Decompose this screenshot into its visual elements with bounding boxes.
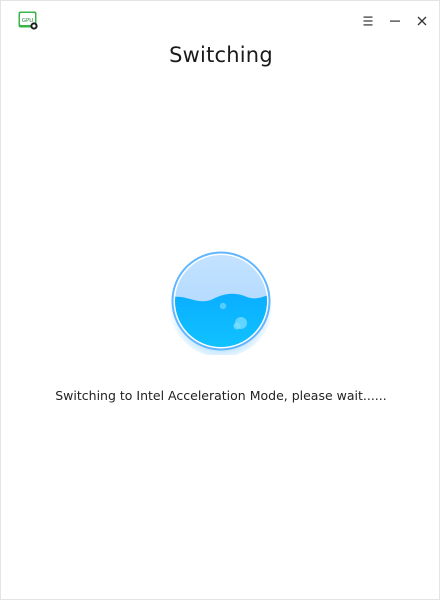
page-title: Switching: [169, 43, 273, 67]
app-icon-label: GPU: [22, 18, 34, 24]
minimize-icon: [390, 20, 400, 22]
water-level-progress-icon: [169, 251, 273, 355]
minimize-button[interactable]: [385, 11, 405, 31]
gpu-switch-app-icon: GPU: [18, 11, 38, 30]
app-window: GPU Switching Switching to Intel Acceler…: [0, 0, 440, 600]
close-icon: [417, 16, 427, 26]
menu-button[interactable]: [358, 11, 378, 31]
close-button[interactable]: [412, 11, 432, 31]
hamburger-menu-icon: [363, 16, 373, 26]
status-message: Switching to Intel Acceleration Mode, pl…: [55, 388, 387, 403]
